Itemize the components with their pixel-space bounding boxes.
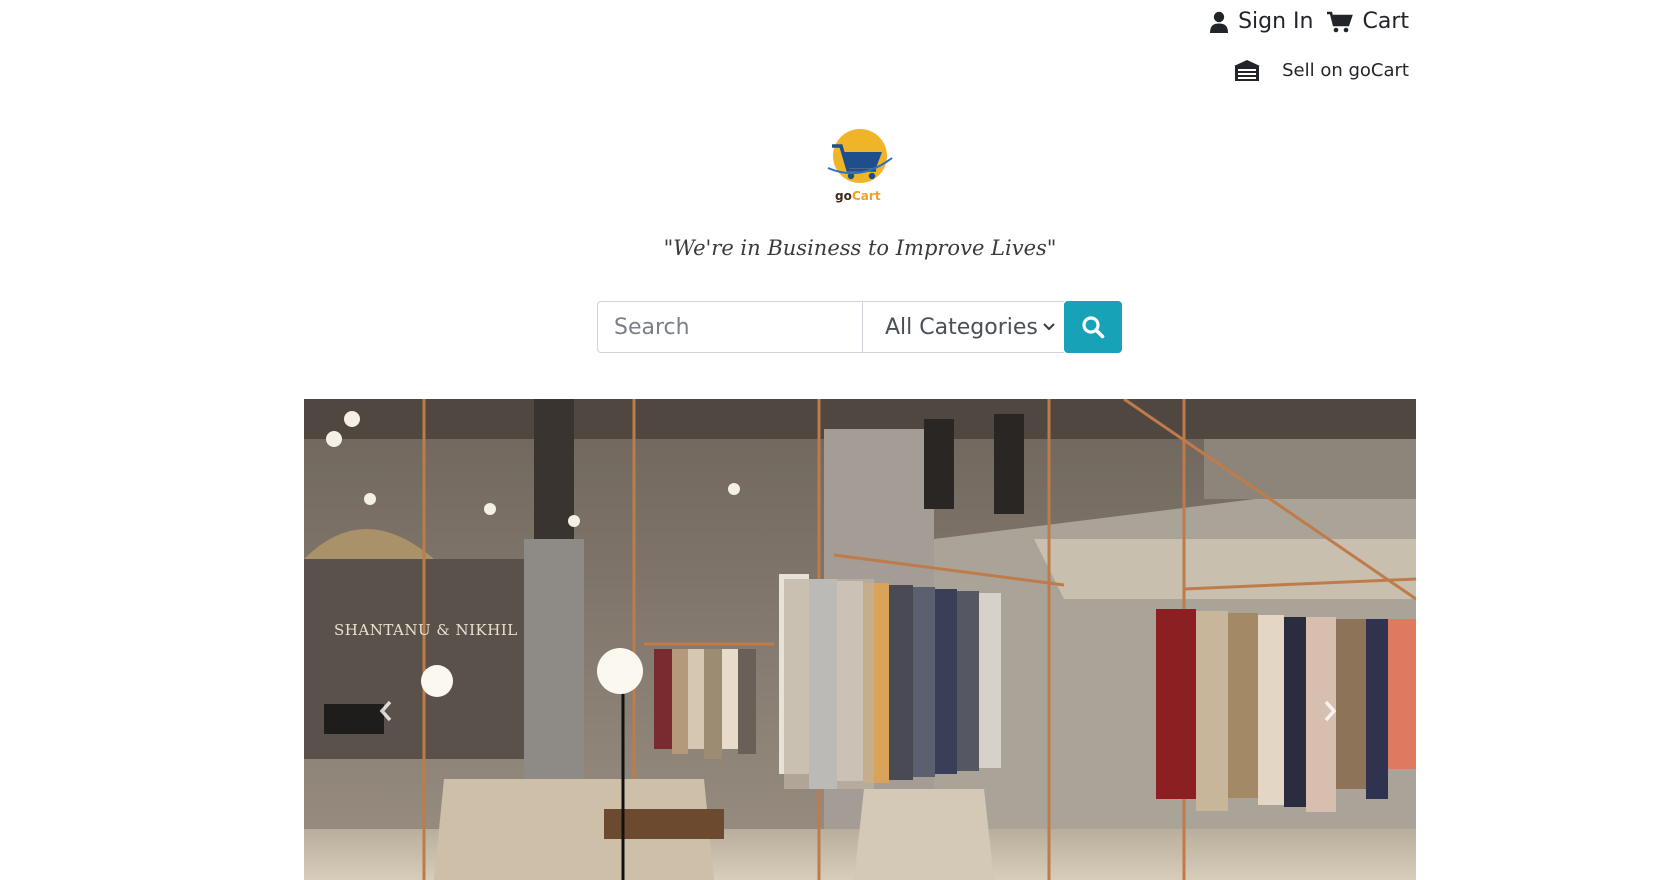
sell-link[interactable]: Sell on goCart bbox=[1232, 58, 1409, 82]
cart-label: Cart bbox=[1362, 9, 1409, 34]
sign-in-label: Sign In bbox=[1238, 9, 1314, 34]
tagline: "We're in Business to Improve Lives" bbox=[663, 236, 1057, 260]
carousel-slide-image bbox=[304, 399, 1416, 880]
search-input[interactable] bbox=[597, 301, 863, 353]
category-select[interactable]: All Categories bbox=[863, 301, 1064, 353]
carousel-next-button[interactable] bbox=[1310, 691, 1350, 731]
header-nav: Sign In Cart bbox=[1209, 9, 1409, 34]
search-button[interactable] bbox=[1064, 301, 1122, 353]
svg-text:go: go bbox=[835, 189, 852, 203]
search-icon bbox=[1082, 316, 1105, 339]
carousel-prev-button[interactable] bbox=[366, 691, 406, 731]
hero-carousel: SHANTANU & NIKHIL bbox=[304, 399, 1416, 880]
search-bar: All Categories bbox=[597, 301, 1122, 353]
user-icon bbox=[1210, 11, 1229, 33]
logo-image: go Cart bbox=[827, 129, 893, 203]
svg-text:Cart: Cart bbox=[852, 189, 881, 203]
gocart-logo[interactable]: go Cart bbox=[824, 128, 896, 204]
chevron-right-icon bbox=[1324, 700, 1337, 722]
sign-in-link[interactable]: Sign In bbox=[1209, 9, 1313, 34]
store-sign: SHANTANU & NIKHIL bbox=[334, 621, 518, 639]
store-icon bbox=[1234, 60, 1261, 81]
cart-link[interactable]: Cart bbox=[1327, 9, 1409, 34]
cart-icon bbox=[1327, 11, 1354, 32]
chevron-left-icon bbox=[379, 700, 392, 722]
sell-label: Sell on goCart bbox=[1282, 59, 1409, 81]
category-select-value: All Categories bbox=[885, 314, 1038, 340]
chevron-down-icon bbox=[1043, 323, 1055, 331]
